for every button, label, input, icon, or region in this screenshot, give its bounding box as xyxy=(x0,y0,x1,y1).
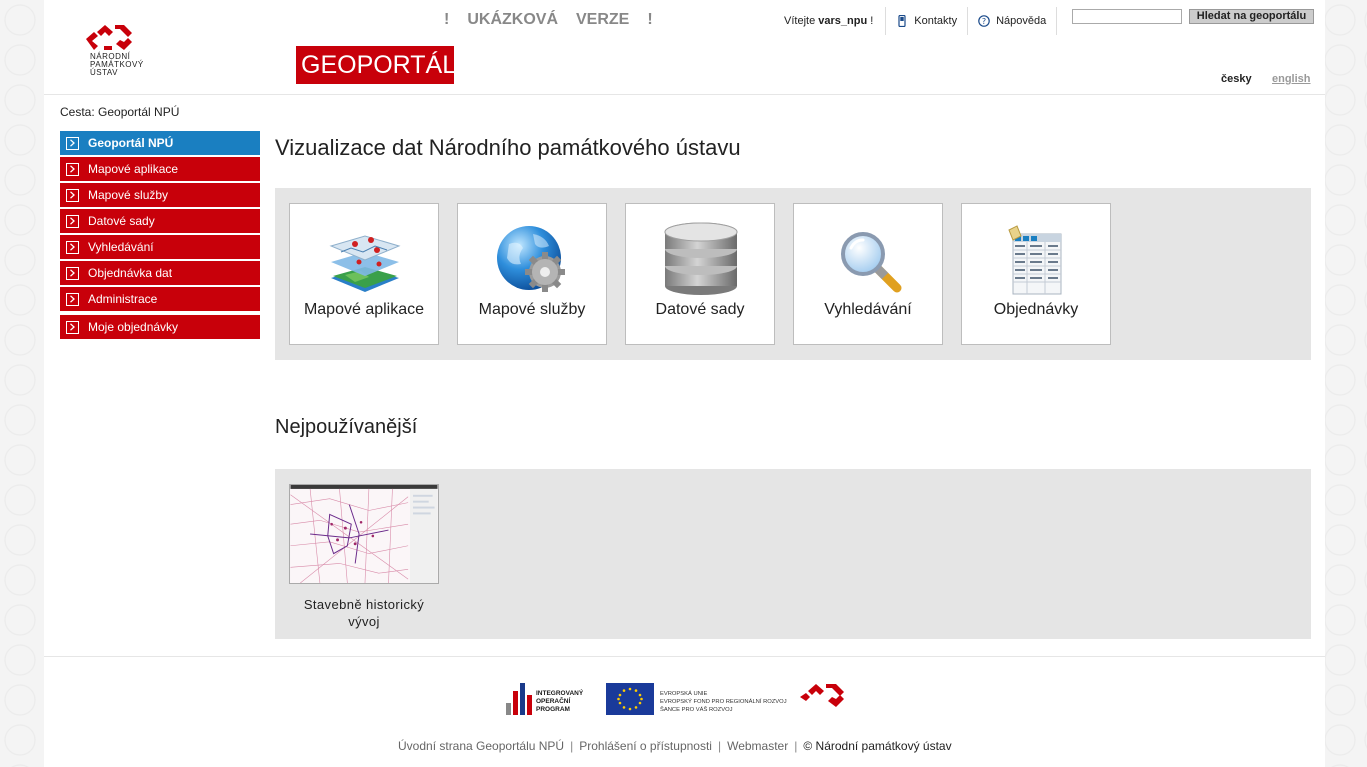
chevron-right-icon xyxy=(66,188,79,202)
globe-gear-icon xyxy=(493,222,573,298)
header-divider xyxy=(44,94,1325,95)
divider xyxy=(1056,7,1058,35)
tiles-panel: Mapové aplikace Mapové služby Datové sad… xyxy=(275,188,1311,360)
sidebar-item-map-applications[interactable]: Mapové aplikace xyxy=(60,157,260,181)
sidebar-item-data-order[interactable]: Objednávka dat xyxy=(60,261,260,285)
svg-text:ŠANCE PRO VÁŠ ROZVOJ: ŠANCE PRO VÁŠ ROZVOJ xyxy=(660,706,733,713)
search-button[interactable]: Hledat na geoportálu xyxy=(1189,9,1314,24)
breadcrumb: Cesta: Geoportál NPÚ xyxy=(60,105,180,119)
svg-text:?: ? xyxy=(982,17,986,26)
logo-text: NÁRODNÍ PAMÁTKOVÝ ÚSTAV xyxy=(90,52,144,77)
chevron-right-icon xyxy=(66,292,79,306)
database-icon xyxy=(661,222,741,298)
chevron-right-icon xyxy=(66,162,79,176)
tile-map-applications[interactable]: Mapové aplikace xyxy=(289,203,439,345)
footer-link-home[interactable]: Úvodní strana Geoportálu NPÚ xyxy=(398,739,564,753)
most-used-item[interactable]: Stavebně historický vývoj xyxy=(289,484,439,630)
iop-logo-icon xyxy=(506,683,532,715)
tile-search[interactable]: Vyhledávání xyxy=(793,203,943,345)
footer-link-webmaster[interactable]: Webmaster xyxy=(727,739,788,753)
svg-text:INTEGROVANÝ: INTEGROVANÝ xyxy=(536,688,584,697)
sidebar-item-administration[interactable]: Administrace xyxy=(60,287,260,311)
language-english[interactable]: english xyxy=(1272,73,1311,85)
help-link[interactable]: ? Nápověda xyxy=(968,15,1056,27)
magnifier-icon xyxy=(829,222,909,298)
page-title: Vizualizace dat Národního památkového ús… xyxy=(275,135,741,160)
svg-text:OPERAČNÍ: OPERAČNÍ xyxy=(536,696,571,705)
most-used-title: Nejpoužívanější xyxy=(275,416,418,438)
tile-map-services[interactable]: Mapové služby xyxy=(457,203,607,345)
top-navigation: Vítejte vars_npu ! Kontakty ? Nápověda xyxy=(784,7,1058,35)
map-layers-icon xyxy=(325,222,405,298)
most-used-item-label: Stavebně historický vývoj xyxy=(303,597,425,629)
eu-flag-icon xyxy=(606,683,654,715)
svg-text:PROGRAM: PROGRAM xyxy=(536,706,570,713)
npu-small-logo-icon xyxy=(800,684,844,707)
page: NÁRODNÍ PAMÁTKOVÝ ÚSTAV ! UKÁZKOVÁ VERZE… xyxy=(44,0,1325,767)
svg-text:EVROPSKÁ UNIE: EVROPSKÁ UNIE xyxy=(660,690,707,697)
sidebar-item-search[interactable]: Vyhledávání xyxy=(60,235,260,259)
tile-orders[interactable]: Objednávky xyxy=(961,203,1111,345)
geoportal-badge[interactable]: GEOPORTÁL xyxy=(296,46,456,84)
demo-version-banner: ! UKÁZKOVÁ VERZE ! xyxy=(444,11,653,28)
search-input[interactable] xyxy=(1072,9,1182,24)
spreadsheet-icon xyxy=(997,222,1077,298)
funding-logos: INTEGROVANÝ OPERAČNÍ PROGRAM EVROPSKÁ UN… xyxy=(492,669,872,723)
sidebar-item-geoportal-npu[interactable]: Geoportál NPÚ xyxy=(60,131,260,155)
most-used-panel: Stavebně historický vývoj xyxy=(275,469,1311,639)
footer-divider xyxy=(44,656,1325,657)
help-icon: ? xyxy=(978,15,990,27)
welcome-text: Vítejte vars_npu ! xyxy=(784,15,874,27)
language-czech[interactable]: česky xyxy=(1221,73,1252,85)
chevron-right-icon xyxy=(66,214,79,228)
tile-datasets[interactable]: Datové sady xyxy=(625,203,775,345)
sidebar-item-map-services[interactable]: Mapové služby xyxy=(60,183,260,207)
svg-text:EVROPSKÝ FOND PRO REGIONÁLNÍ R: EVROPSKÝ FOND PRO REGIONÁLNÍ ROZVOJ xyxy=(660,698,787,705)
chevron-right-icon xyxy=(66,266,79,280)
sidebar-menu: Geoportál NPÚ Mapové aplikace Mapové slu… xyxy=(60,131,260,341)
sidebar-item-my-orders[interactable]: Moje objednávky xyxy=(60,315,260,339)
username: vars_npu xyxy=(818,15,868,27)
chevron-right-icon xyxy=(66,320,79,334)
phone-icon xyxy=(896,15,908,27)
copyright: © Národní památkový ústav xyxy=(803,739,952,753)
chevron-right-icon xyxy=(66,136,79,150)
sidebar-item-datasets[interactable]: Datové sady xyxy=(60,209,260,233)
footer-links: Úvodní strana Geoportálu NPÚ | Prohlášen… xyxy=(398,739,952,753)
footer-link-accessibility[interactable]: Prohlášení o přístupnosti xyxy=(579,739,712,753)
chevron-right-icon xyxy=(66,240,79,254)
contacts-link[interactable]: Kontakty xyxy=(886,15,967,27)
map-thumbnail xyxy=(289,484,439,584)
